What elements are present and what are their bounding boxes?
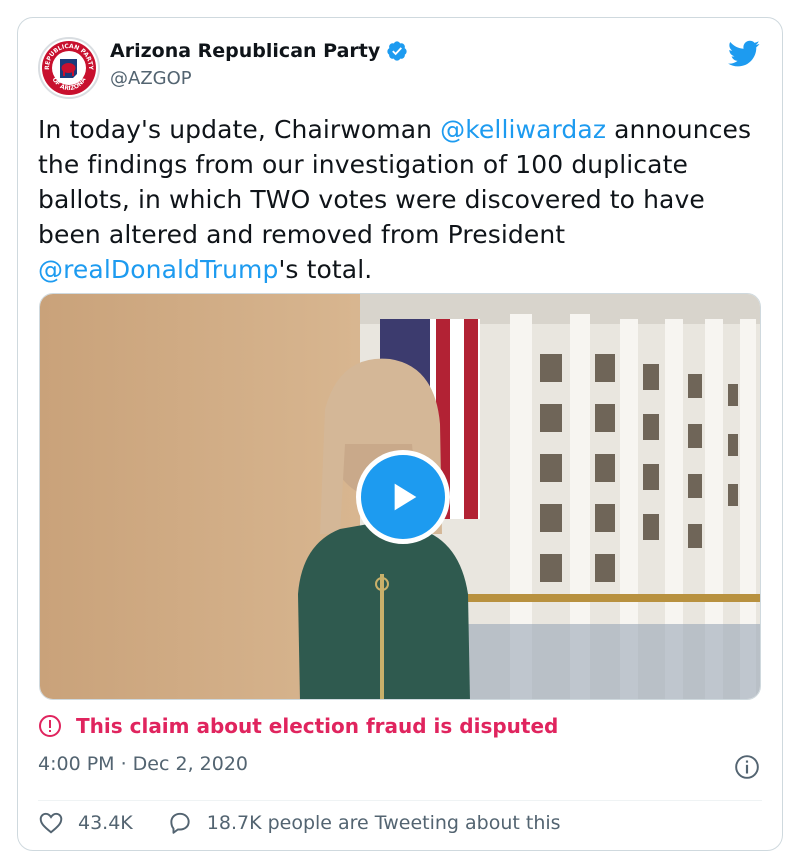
verified-badge-icon — [387, 41, 407, 61]
twitter-bird-icon[interactable] — [728, 40, 760, 68]
tweet-text: In today's update, Chairwoman @kelliward… — [38, 112, 768, 287]
timestamp[interactable]: 4:00 PM · Dec 2, 2020 — [38, 753, 248, 775]
display-name-text: Arizona Republican Party — [110, 40, 381, 62]
alert-circle-icon — [39, 715, 61, 737]
conversation-text: 18.7K people are Tweeting about this — [206, 812, 561, 834]
video-player[interactable] — [39, 293, 761, 700]
mention-kelliwardaz-link[interactable]: @kelliwardaz — [440, 115, 606, 144]
conversation-button[interactable]: 18.7K people are Tweeting about this — [167, 810, 561, 836]
mention-realdonaldtrump-link[interactable]: @realDonaldTrump — [38, 255, 278, 284]
divider — [38, 800, 762, 801]
tweet-actions: 43.4K 18.7K people are Tweeting about th… — [38, 810, 561, 836]
info-icon[interactable] — [734, 754, 760, 780]
play-button[interactable] — [356, 450, 450, 544]
like-button[interactable]: 43.4K — [38, 810, 133, 836]
party-seal-icon: REPUBLICAN PARTY OF ARIZONA — [42, 41, 96, 95]
heart-icon — [39, 812, 63, 834]
play-icon — [394, 483, 417, 511]
handle[interactable]: @AZGOP — [110, 68, 192, 89]
tweet-card: REPUBLICAN PARTY OF ARIZONA Arizona Repu… — [17, 17, 783, 851]
disputed-claim-notice[interactable]: This claim about election fraud is dispu… — [38, 714, 558, 738]
like-count: 43.4K — [78, 812, 133, 834]
tweet-text-part-3: 's total. — [278, 255, 373, 284]
tweet-text-part-1: In today's update, Chairwoman — [38, 115, 441, 144]
avatar[interactable]: REPUBLICAN PARTY OF ARIZONA — [38, 37, 100, 99]
speech-bubble-icon — [170, 812, 190, 834]
disputed-claim-text: This claim about election fraud is dispu… — [76, 714, 559, 738]
display-name[interactable]: Arizona Republican Party — [110, 40, 408, 62]
